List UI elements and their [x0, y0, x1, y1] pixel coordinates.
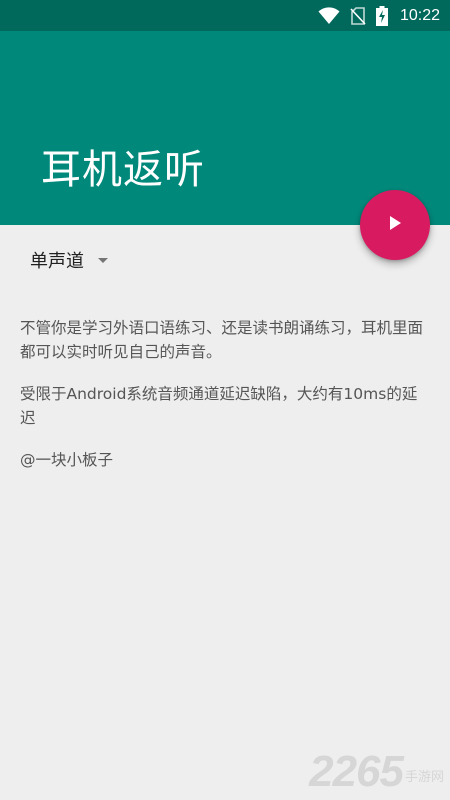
status-bar: 10:22: [0, 0, 450, 31]
battery-charging-icon: [375, 5, 388, 26]
play-button[interactable]: [360, 190, 430, 260]
description-text: 不管你是学习外语口语练习、还是读书朗诵练习，耳机里面都可以实时听见自己的声音。 …: [20, 316, 432, 490]
description-paragraph: 不管你是学习外语口语练习、还是读书朗诵练习，耳机里面都可以实时听见自己的声音。: [20, 319, 424, 361]
status-time: 10:22: [399, 6, 440, 24]
wifi-icon: [318, 6, 340, 25]
watermark-text: 手游网: [404, 770, 444, 785]
channel-spinner-value: 单声道: [30, 251, 84, 272]
play-icon: [388, 215, 402, 235]
author-credit: @一块小板子: [20, 451, 114, 469]
channel-spinner[interactable]: 单声道: [30, 245, 108, 275]
app-title: 耳机返听: [41, 147, 205, 193]
no-sim-icon: [350, 6, 366, 25]
status-icons: 10:22: [318, 0, 440, 31]
watermark: 2265 手游网: [309, 750, 444, 794]
dropdown-arrow-icon: [98, 257, 108, 263]
watermark-number: 2265: [309, 747, 404, 796]
description-paragraph: 受限于Android系统音频通道延迟缺陷，大约有10ms的延迟: [20, 385, 418, 427]
